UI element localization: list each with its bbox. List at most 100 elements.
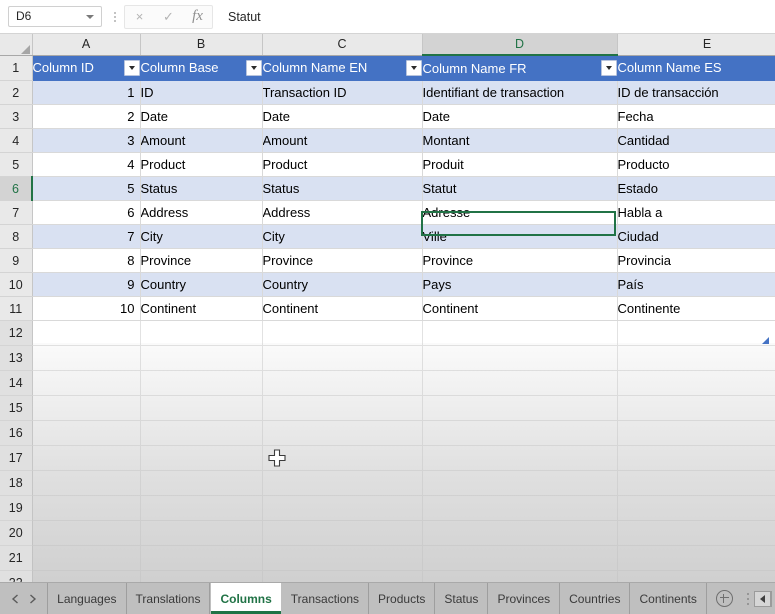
cell[interactable] (140, 520, 263, 546)
cell[interactable] (422, 545, 618, 571)
filter-dropdown-icon[interactable] (600, 60, 616, 76)
table-header-cell[interactable]: Column Name ES (617, 55, 775, 81)
table-header-cell[interactable]: Column Base (140, 55, 263, 81)
sheet-tab-status[interactable]: Status (435, 583, 489, 614)
cell[interactable] (422, 445, 618, 471)
select-all-corner[interactable] (0, 34, 33, 56)
cell[interactable]: ID (140, 80, 263, 105)
confirm-icon[interactable]: ✓ (154, 7, 183, 27)
sheet-tab-products[interactable]: Products (369, 583, 436, 614)
cell[interactable]: Province (262, 248, 423, 273)
row-header-17[interactable]: 17 (0, 445, 33, 471)
cell[interactable]: Pays (422, 272, 618, 297)
filter-dropdown-icon[interactable] (123, 59, 139, 76)
row-header-19[interactable]: 19 (0, 495, 33, 521)
cell[interactable]: Continent (422, 296, 618, 321)
row-header-15[interactable]: 15 (0, 395, 33, 421)
cell[interactable] (140, 345, 263, 371)
cell[interactable] (262, 495, 423, 521)
cell[interactable] (32, 420, 141, 446)
cell[interactable] (617, 520, 775, 546)
cell[interactable] (140, 445, 263, 471)
cell[interactable]: Country (262, 272, 423, 297)
column-header-b[interactable]: B (140, 34, 263, 56)
cell[interactable] (32, 570, 141, 582)
cell[interactable]: ID de transacción (617, 80, 775, 105)
cell[interactable] (262, 520, 423, 546)
row-header-21[interactable]: 21 (0, 545, 33, 571)
cell[interactable] (262, 345, 423, 371)
sheet-tab-continents[interactable]: Continents (630, 583, 707, 614)
sheet-tab-languages[interactable]: Languages (47, 583, 127, 614)
cell[interactable] (32, 520, 141, 546)
cell[interactable]: Continente (617, 296, 775, 321)
cell[interactable]: 8 (32, 248, 141, 273)
tab-split-handle[interactable] (741, 583, 754, 614)
cell[interactable]: 6 (32, 200, 141, 225)
cell[interactable] (617, 420, 775, 446)
cell[interactable] (32, 395, 141, 421)
formula-input[interactable]: Statut (219, 5, 767, 28)
cell[interactable] (617, 545, 775, 571)
cell[interactable]: Transaction ID (262, 80, 423, 105)
cell[interactable] (140, 570, 263, 582)
scrollbar-track[interactable] (771, 590, 772, 607)
cell[interactable] (140, 470, 263, 496)
cell[interactable]: Product (140, 152, 263, 177)
row-header-11[interactable]: 11 (0, 296, 33, 321)
cell[interactable]: Produit (422, 152, 618, 177)
next-sheet-icon[interactable] (28, 593, 37, 604)
cell[interactable] (617, 345, 775, 371)
cancel-icon[interactable]: × (125, 7, 154, 27)
cell[interactable]: Adresse (422, 200, 618, 225)
add-sheet-button[interactable] (707, 583, 741, 614)
row-header-9[interactable]: 9 (0, 248, 33, 273)
cell[interactable]: Fecha (617, 104, 775, 129)
sheet-tab-countries[interactable]: Countries (560, 583, 631, 614)
cell[interactable] (262, 370, 423, 396)
cell[interactable]: Cantidad (617, 128, 775, 153)
cell[interactable] (262, 445, 423, 471)
cell[interactable] (32, 445, 141, 471)
filter-dropdown-icon[interactable] (245, 59, 261, 76)
cell[interactable] (262, 570, 423, 582)
row-header-10[interactable]: 10 (0, 272, 33, 297)
cell[interactable]: Country (140, 272, 263, 297)
column-header-a[interactable]: A (32, 34, 141, 56)
cell[interactable]: 5 (32, 176, 141, 201)
cell[interactable] (422, 345, 618, 371)
cell[interactable] (140, 370, 263, 396)
cell[interactable] (262, 320, 423, 346)
cell[interactable] (32, 320, 141, 346)
cell[interactable]: Province (140, 248, 263, 273)
row-header-13[interactable]: 13 (0, 345, 33, 371)
column-header-c[interactable]: C (262, 34, 423, 56)
cell[interactable]: Ville (422, 224, 618, 249)
row-header-6[interactable]: 6 (0, 176, 33, 201)
cell[interactable]: Date (262, 104, 423, 129)
cell[interactable] (617, 395, 775, 421)
cell[interactable]: Continent (140, 296, 263, 321)
cell[interactable] (617, 370, 775, 396)
cell[interactable]: Habla a (617, 200, 775, 225)
row-header-20[interactable]: 20 (0, 520, 33, 546)
cell[interactable]: 9 (32, 272, 141, 297)
cell[interactable] (422, 470, 618, 496)
cell[interactable]: Provincia (617, 248, 775, 273)
table-header-cell[interactable]: Column ID (32, 55, 141, 81)
row-header-5[interactable]: 5 (0, 152, 33, 177)
row-header-4[interactable]: 4 (0, 128, 33, 153)
cell[interactable] (617, 470, 775, 496)
row-header-3[interactable]: 3 (0, 104, 33, 129)
row-header-1[interactable]: 1 (0, 55, 33, 81)
cell[interactable] (140, 420, 263, 446)
insert-function-icon[interactable]: fx (183, 7, 212, 27)
row-header-8[interactable]: 8 (0, 224, 33, 249)
cell[interactable]: Address (140, 200, 263, 225)
cell[interactable]: Identifiant de transaction (422, 80, 618, 105)
filter-dropdown-icon[interactable] (405, 59, 421, 76)
cell[interactable]: 4 (32, 152, 141, 177)
cell[interactable]: Province (422, 248, 618, 273)
row-header-2[interactable]: 2 (0, 80, 33, 105)
sheet-nav-arrows[interactable] (0, 583, 47, 614)
